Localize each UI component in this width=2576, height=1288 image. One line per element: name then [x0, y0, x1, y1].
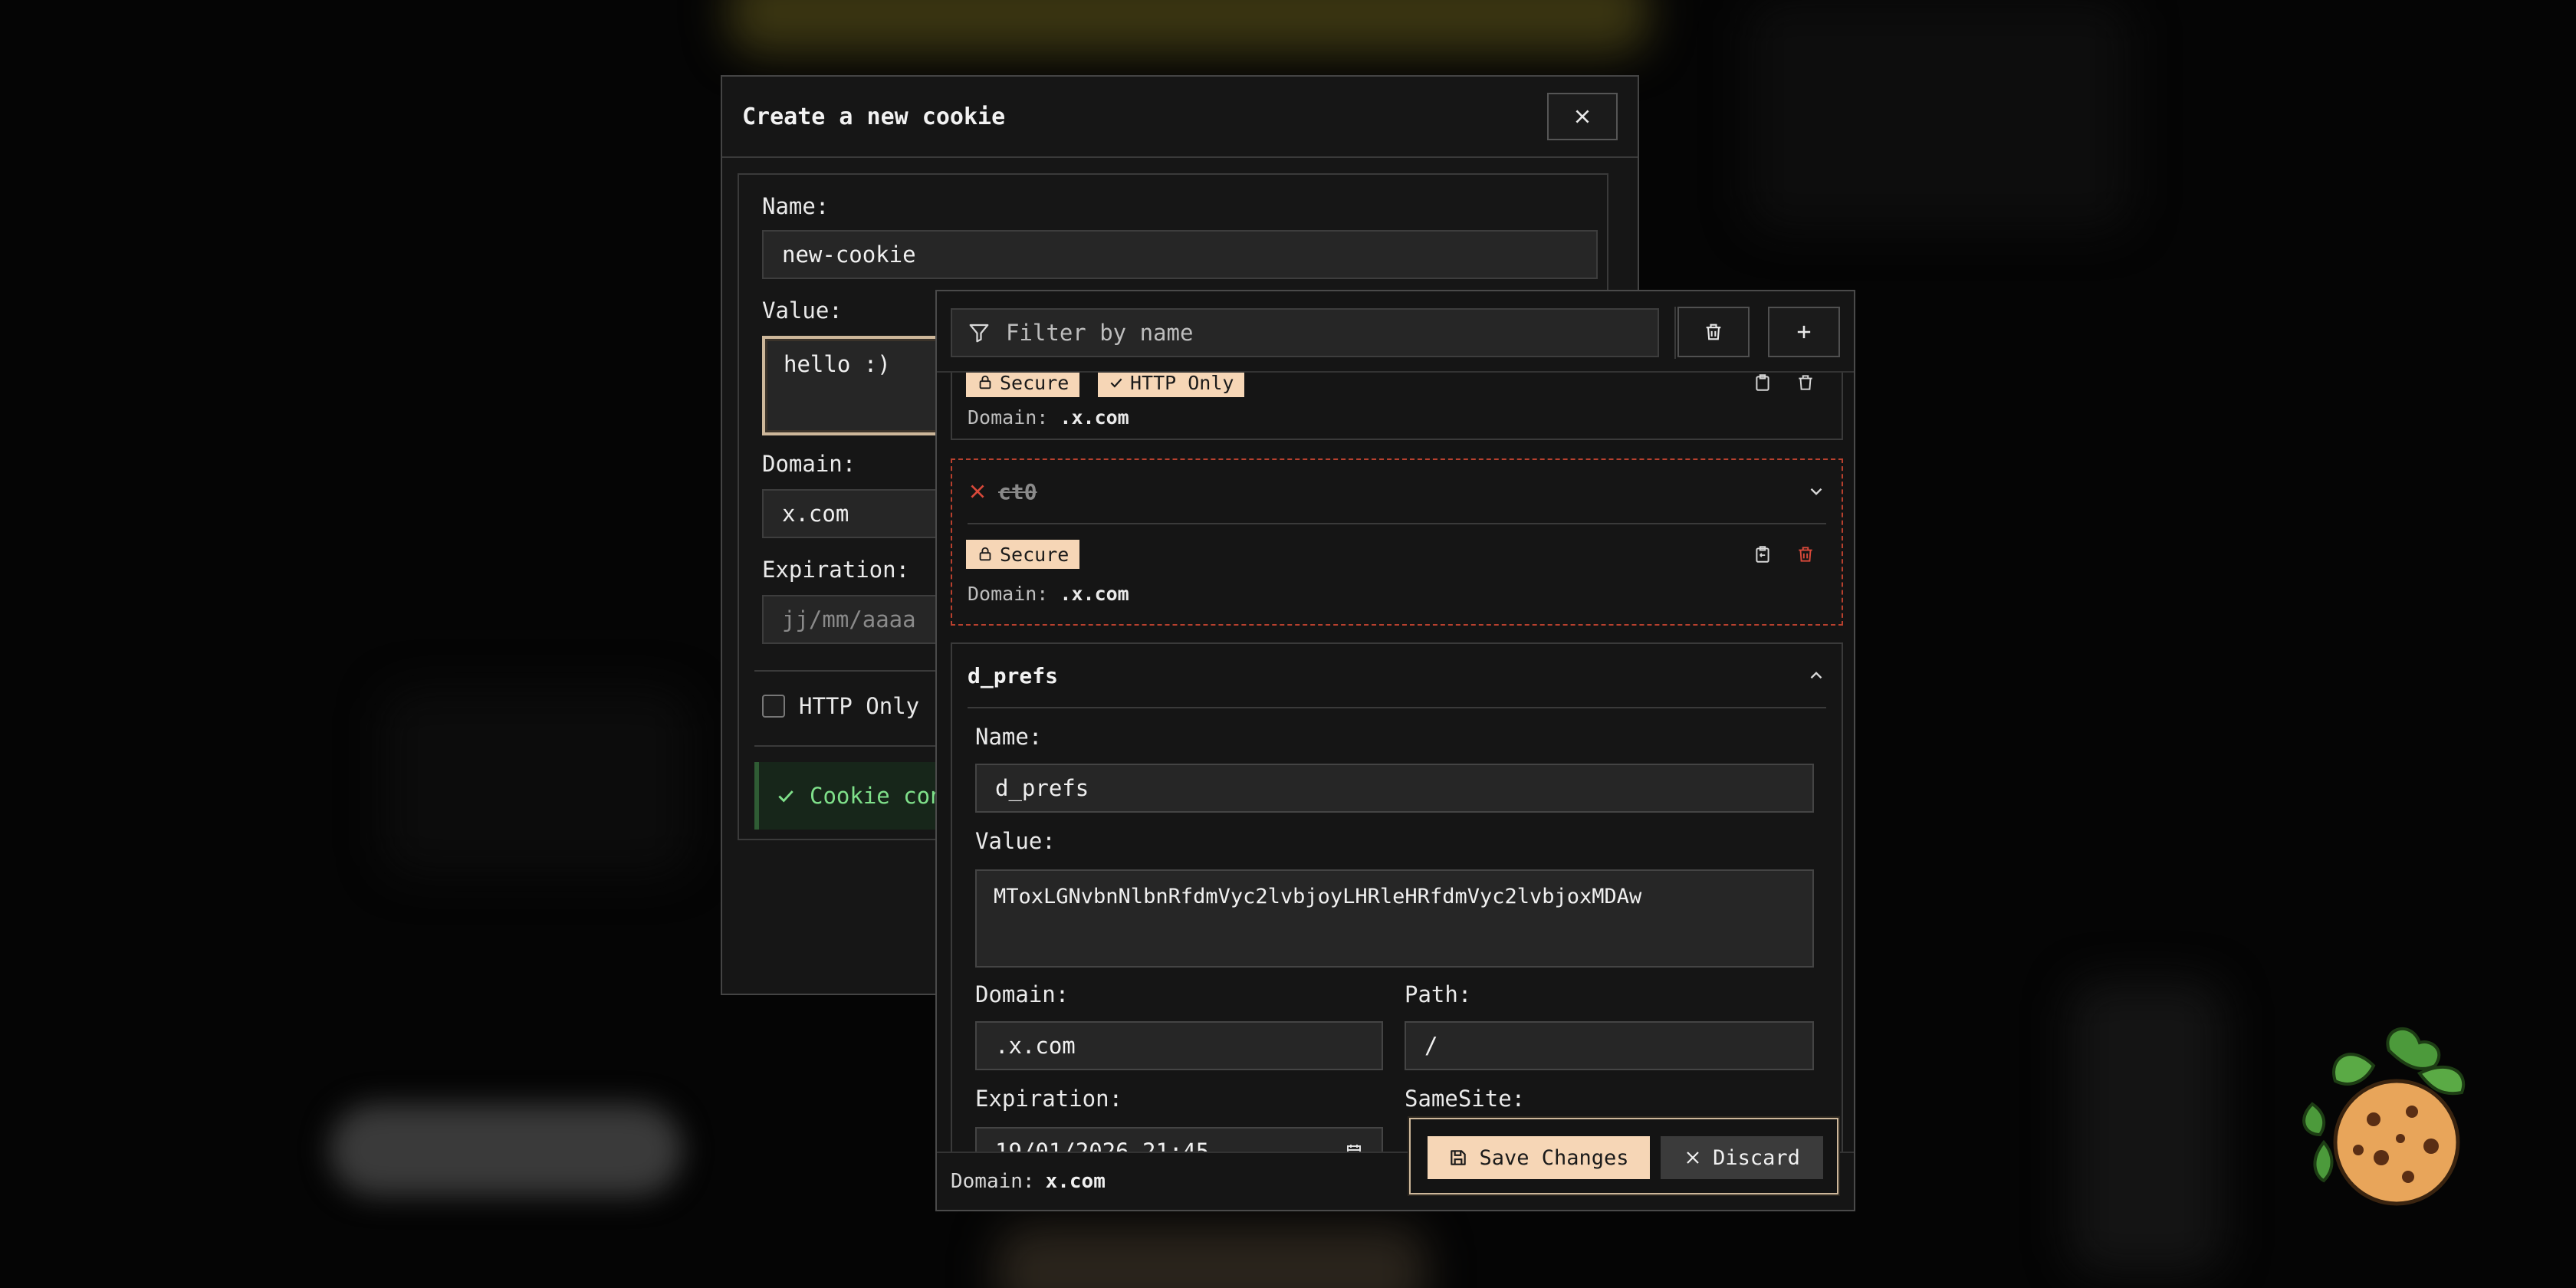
plus-icon — [1797, 325, 1811, 339]
path-input[interactable]: / — [1405, 1021, 1814, 1070]
clipboard-icon — [1756, 374, 1769, 391]
close-icon — [1576, 110, 1589, 123]
restore-cookie-button[interactable] — [1750, 541, 1776, 567]
lock-icon — [979, 375, 991, 389]
lock-icon — [979, 547, 991, 561]
domain-value: .x.com — [1060, 406, 1129, 429]
toolbar-divider — [1674, 307, 1676, 359]
value-label: Value: — [762, 297, 843, 324]
backdrop-blob — [330, 1104, 682, 1196]
name-input[interactable]: new-cookie — [762, 230, 1598, 279]
create-modal-header: Create a new cookie — [722, 77, 1638, 158]
toolbar: Filter by name — [937, 291, 1854, 373]
discard-button[interactable]: Discard — [1661, 1136, 1823, 1179]
value-label: Value: — [975, 828, 1056, 854]
badge-label: Secure — [1000, 543, 1070, 566]
domain-label: Domain: — [762, 451, 856, 477]
cookie-header[interactable]: ct0 — [968, 460, 1826, 524]
secure-badge: Secure — [966, 540, 1080, 569]
check-icon — [1110, 378, 1122, 388]
create-modal-title: Create a new cookie — [742, 103, 1006, 130]
cookie-header[interactable]: d_prefs — [968, 644, 1826, 708]
check-icon — [778, 790, 794, 803]
cookie-manager-panel: Filter by name Secure HTTP Only Domain: … — [935, 290, 1855, 1211]
value-textarea[interactable]: MToxLGNvbnNlbnRfdmVyc2lvbjoyLHRleHRfdmVy… — [975, 869, 1814, 968]
backdrop-blob — [997, 1227, 1426, 1288]
add-cookie-button[interactable] — [1768, 307, 1840, 357]
filter-icon — [969, 324, 989, 343]
badge-label: HTTP Only — [1130, 371, 1234, 394]
trash-icon — [1799, 375, 1812, 390]
filter-placeholder: Filter by name — [1006, 320, 1194, 346]
cookie-name: d_prefs — [968, 662, 1059, 688]
unsaved-changes-bar: Save Changes Discard — [1409, 1118, 1838, 1194]
delete-cookie-button[interactable] — [1792, 541, 1819, 567]
status-text: Cookie con — [810, 783, 944, 809]
delete-cookie-button[interactable] — [1792, 370, 1819, 396]
backdrop-blob — [728, 0, 1648, 54]
cookie-domain: Domain: .x.com — [968, 583, 1129, 605]
domain-label: Domain: — [968, 406, 1049, 429]
footer-domain-value: x.com — [1045, 1170, 1106, 1193]
badge-label: Secure — [1000, 371, 1070, 394]
cookie-editor-card: d_prefs Name: d_prefs Value: MToxLGNvbnN… — [951, 642, 1843, 1194]
copy-cookie-button[interactable] — [1750, 370, 1776, 396]
save-changes-button[interactable]: Save Changes — [1428, 1136, 1650, 1179]
backdrop-blob — [2070, 981, 2223, 1273]
deleted-x-icon — [971, 485, 984, 498]
expiration-label: Expiration: — [762, 557, 910, 583]
trash-icon — [1706, 324, 1721, 340]
http-only-label: HTTP Only — [799, 693, 920, 719]
expiration-label: Expiration: — [975, 1086, 1123, 1112]
domain-label: Domain: — [975, 981, 1070, 1007]
name-input[interactable]: d_prefs — [975, 764, 1814, 813]
save-changes-label: Save Changes — [1479, 1145, 1629, 1170]
samesite-label: SameSite: — [1405, 1086, 1526, 1112]
domain-value: .x.com — [1060, 583, 1129, 605]
cookie-logo-icon — [2302, 1027, 2466, 1206]
footer-domain-label: Domain: — [951, 1170, 1035, 1193]
clipboard-icon — [1756, 546, 1769, 563]
backdrop-blob — [1748, 0, 2131, 230]
cookie-domain: Domain: .x.com — [968, 406, 1129, 429]
trash-icon — [1799, 547, 1812, 562]
name-label: Name: — [975, 724, 1043, 750]
close-modal-button[interactable] — [1547, 93, 1618, 140]
http-only-checkbox[interactable] — [762, 695, 785, 718]
save-icon — [1451, 1150, 1467, 1165]
path-label: Path: — [1405, 981, 1472, 1007]
delete-all-button[interactable] — [1677, 307, 1750, 357]
chevron-up-icon[interactable] — [1806, 665, 1826, 685]
name-label: Name: — [762, 193, 830, 219]
discard-label: Discard — [1713, 1145, 1800, 1170]
domain-label: Domain: — [968, 583, 1049, 605]
close-icon — [1687, 1152, 1699, 1164]
backdrop-blob — [383, 690, 690, 874]
filter-input[interactable]: Filter by name — [951, 308, 1659, 357]
cookie-card-deleted[interactable]: ct0 Secure Domain: .x.com — [951, 458, 1843, 626]
http-only-row[interactable]: HTTP Only — [762, 693, 919, 719]
cookie-name: ct0 — [998, 478, 1037, 504]
domain-input[interactable]: .x.com — [975, 1021, 1383, 1070]
chevron-down-icon[interactable] — [1806, 481, 1826, 501]
